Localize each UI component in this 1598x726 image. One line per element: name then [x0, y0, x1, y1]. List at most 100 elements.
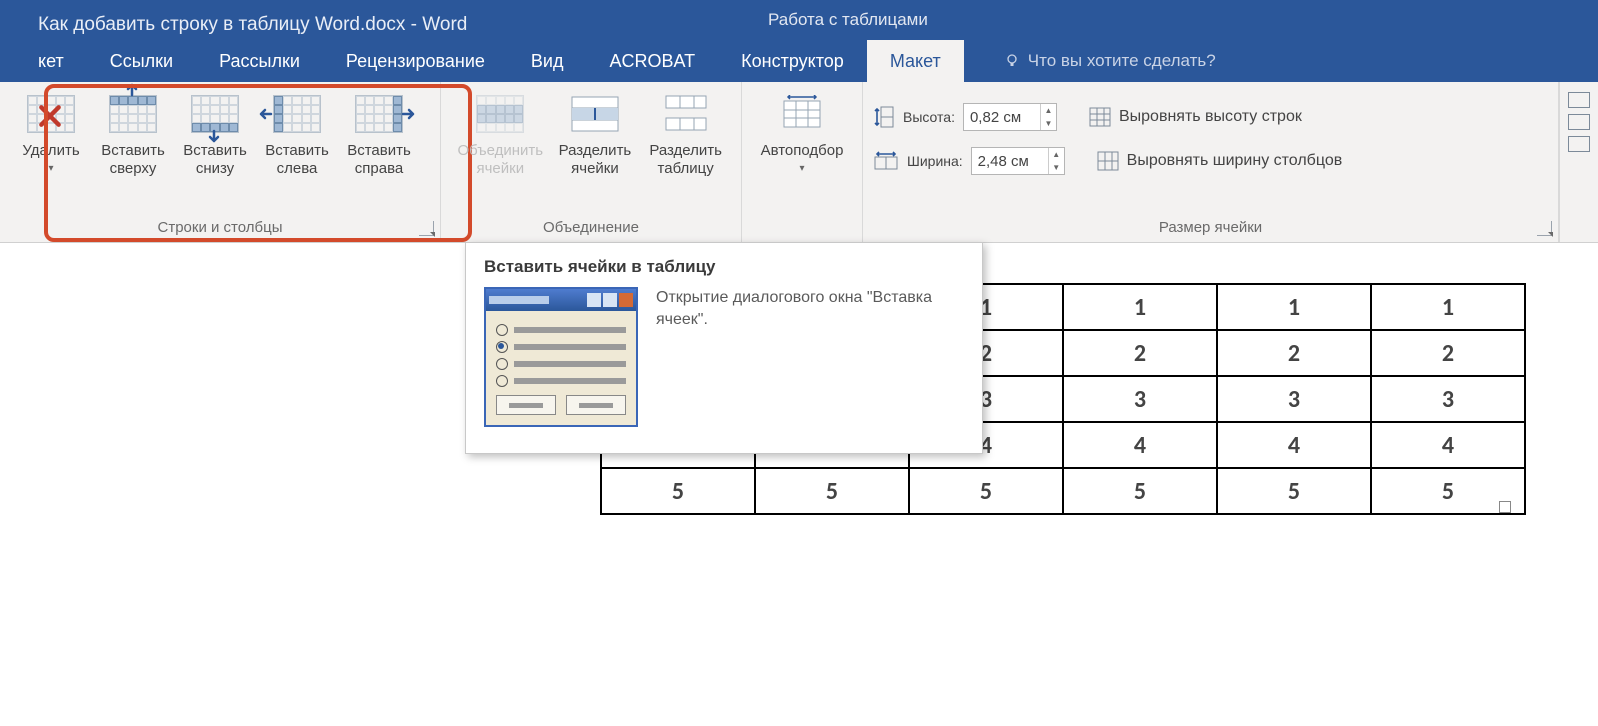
table-cell[interactable]: 4 — [1371, 422, 1525, 468]
group-label-rows-cols: Строки и столбцы — [0, 215, 440, 242]
title-bar: Как добавить строку в таблицу Word.docx … — [0, 0, 1598, 82]
table-row[interactable]: 555555 — [601, 468, 1525, 514]
ribbon: Удалить ▾ Вставить сверху — [0, 82, 1598, 243]
tooltip-insert-cells: Вставить ячейки в таблицу Открытие диало… — [465, 242, 983, 454]
table-cell[interactable]: 3 — [1371, 376, 1525, 422]
tab-review[interactable]: Рецензирование — [323, 40, 508, 82]
split-table-icon — [662, 94, 710, 134]
ribbon-tabs: кет Ссылки Рассылки Рецензирование Вид A… — [0, 40, 1598, 82]
insert-column-left-icon — [273, 95, 321, 133]
tab-layout[interactable]: Макет — [867, 40, 964, 82]
group-label-cell-size: Размер ячейки — [863, 215, 1558, 242]
merge-cells-label: Объединить ячейки — [457, 142, 543, 178]
table-cell[interactable]: 2 — [1371, 330, 1525, 376]
insert-column-right-icon — [355, 95, 403, 133]
tooltip-title: Вставить ячейки в таблицу — [484, 257, 964, 277]
table-cell[interactable]: 5 — [1217, 468, 1371, 514]
tell-me-search[interactable]: Что вы хотите сделать? — [964, 40, 1216, 82]
table-cell[interactable]: 5 — [909, 468, 1063, 514]
width-spinner[interactable]: ▲▼ — [971, 147, 1065, 175]
width-input[interactable] — [972, 153, 1048, 170]
table-cell[interactable]: 2 — [1063, 330, 1217, 376]
table-cell[interactable]: 1 — [1217, 284, 1371, 330]
table-cell[interactable]: 5 — [601, 468, 755, 514]
col-width-icon — [873, 151, 899, 171]
height-label: Высота: — [903, 109, 955, 125]
distribute-cols-button[interactable]: Выровнять ширину столбцов — [1097, 151, 1343, 171]
table-cell[interactable]: 4 — [1217, 422, 1371, 468]
group-label-autofit-empty — [742, 232, 862, 242]
insert-left-label: Вставить слева — [265, 142, 329, 178]
insert-row-below-icon — [191, 95, 239, 133]
align-bottom-left-icon[interactable] — [1568, 136, 1590, 152]
autofit-icon — [778, 95, 826, 133]
row-height-icon — [873, 105, 895, 129]
tab-acrobat[interactable]: ACROBAT — [586, 40, 718, 82]
autofit-button[interactable]: Автоподбор ▾ — [752, 90, 852, 178]
group-rows-columns: Удалить ▾ Вставить сверху — [0, 82, 441, 242]
cell-size-dialog-launcher[interactable] — [1537, 221, 1552, 236]
insert-below-label: Вставить снизу — [183, 142, 247, 178]
table-cell[interactable]: 5 — [1063, 468, 1217, 514]
dialog-thumbnail-icon — [484, 287, 638, 427]
delete-table-icon — [27, 95, 75, 133]
split-cells-button[interactable]: Разделить ячейки — [550, 90, 641, 178]
tell-me-placeholder: Что вы хотите сделать? — [1028, 51, 1216, 71]
tab-mailings[interactable]: Рассылки — [196, 40, 323, 82]
tab-design[interactable]: Конструктор — [718, 40, 867, 82]
split-cells-label: Разделить ячейки — [559, 142, 632, 178]
distribute-rows-icon — [1089, 107, 1111, 127]
height-spinner[interactable]: ▲▼ — [963, 103, 1057, 131]
distribute-cols-icon — [1097, 151, 1119, 171]
align-mid-left-icon[interactable] — [1568, 114, 1590, 130]
insert-right-button[interactable]: Вставить справа — [338, 90, 420, 178]
merge-cells-button: Объединить ячейки — [451, 90, 550, 178]
split-table-label: Разделить таблицу — [649, 142, 722, 178]
tooltip-text: Открытие диалогового окна "Вставка ячеек… — [656, 287, 964, 331]
table-resize-handle[interactable] — [1499, 501, 1511, 513]
insert-above-label: Вставить сверху — [101, 142, 165, 178]
insert-left-button[interactable]: Вставить слева — [256, 90, 338, 178]
tab-view[interactable]: Вид — [508, 40, 587, 82]
group-cell-size: Высота: ▲▼ Выровнять высоту строк Ширина… — [863, 82, 1559, 242]
window-title: Как добавить строку в таблицу Word.docx … — [0, 0, 467, 36]
group-autofit: Автоподбор ▾ — [742, 82, 863, 242]
group-merge: Объединить ячейки Разделить ячейки Разде… — [441, 82, 742, 242]
table-cell[interactable]: 1 — [1063, 284, 1217, 330]
tab-truncated[interactable]: кет — [0, 40, 87, 82]
distribute-rows-button[interactable]: Выровнять высоту строк — [1089, 107, 1302, 127]
tab-links[interactable]: Ссылки — [87, 40, 196, 82]
group-alignment-partial — [1559, 82, 1598, 242]
align-top-left-icon[interactable] — [1568, 92, 1590, 108]
table-cell[interactable]: 4 — [1063, 422, 1217, 468]
delete-button[interactable]: Удалить ▾ — [10, 90, 92, 178]
table-cell[interactable]: 3 — [1063, 376, 1217, 422]
autofit-label: Автоподбор — [761, 142, 844, 160]
lightbulb-icon — [1004, 53, 1020, 69]
spin-up-icon[interactable]: ▲ — [1040, 104, 1056, 117]
table-cell[interactable]: 1 — [1371, 284, 1525, 330]
delete-label: Удалить — [22, 142, 79, 160]
table-cell[interactable]: 3 — [1217, 376, 1371, 422]
insert-above-button[interactable]: Вставить сверху — [92, 90, 174, 178]
height-input[interactable] — [964, 109, 1040, 126]
distribute-rows-label: Выровнять высоту строк — [1119, 108, 1302, 126]
merge-cells-icon — [476, 95, 524, 133]
spin-down-icon[interactable]: ▼ — [1048, 161, 1064, 174]
contextual-tab-header: Работа с таблицами — [740, 0, 956, 40]
insert-row-above-icon — [109, 95, 157, 133]
spin-down-icon[interactable]: ▼ — [1040, 117, 1056, 130]
width-label: Ширина: — [907, 153, 963, 169]
spin-up-icon[interactable]: ▲ — [1048, 148, 1064, 161]
split-table-button[interactable]: Разделить таблицу — [640, 90, 731, 178]
rows-cols-dialog-launcher[interactable] — [419, 221, 434, 236]
group-label-merge: Объединение — [441, 215, 741, 242]
insert-below-button[interactable]: Вставить снизу — [174, 90, 256, 178]
distribute-cols-label: Выровнять ширину столбцов — [1127, 152, 1343, 170]
table-cell[interactable]: 2 — [1217, 330, 1371, 376]
insert-right-label: Вставить справа — [347, 142, 411, 178]
table-cell[interactable]: 5 — [755, 468, 909, 514]
split-cells-icon — [571, 96, 619, 132]
dropdown-caret-icon: ▾ — [48, 160, 53, 178]
dropdown-caret-icon: ▾ — [799, 160, 804, 178]
